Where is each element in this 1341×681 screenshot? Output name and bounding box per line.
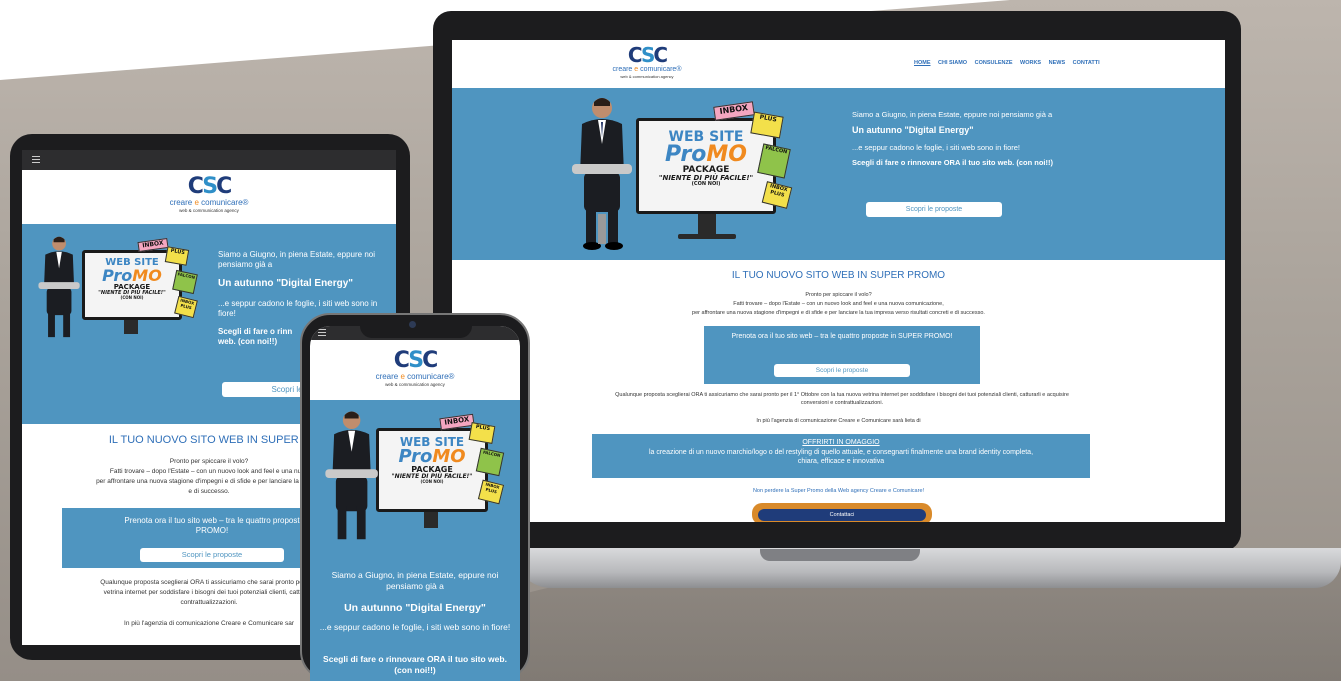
monitor-stand — [698, 214, 716, 236]
phone-screen: CSC creare e comunicare® web & communica… — [310, 326, 520, 681]
phone-hero-line-3: Scegli di fare o rinnovare ORA il tuo si… — [323, 654, 507, 675]
phone-hero-line-1: Siamo a Giugno, in piena Estate, eppure … — [331, 570, 499, 591]
tablet-logo[interactable]: CSC creare e comunicare® web & communica… — [147, 176, 271, 214]
logo-mark: CSC — [627, 43, 668, 67]
section-p5: In più l'agenzia di comunicazione Creare… — [756, 418, 921, 424]
monitor-foot — [678, 234, 736, 239]
phone-camera — [409, 321, 416, 328]
hero-section: WEB SITE ProMO PACKAGE "NIENTE DI PIÙ FA… — [452, 88, 1225, 260]
hero-line-1: Siamo a Giugno, in piena Estate, eppure … — [852, 110, 1053, 119]
hero-cta-button[interactable]: Scopri le proposte — [866, 202, 1002, 217]
nav-chi-siamo[interactable]: CHI SIAMO — [938, 60, 967, 66]
tablet-logo-mark: CSC — [187, 174, 233, 199]
nav-works[interactable]: WORKS — [1020, 60, 1041, 66]
businessman-illustration — [572, 98, 632, 250]
tablet-businessman-illustration — [38, 236, 80, 338]
contact-button[interactable]: Contattaci — [758, 509, 926, 521]
hero-copy: Siamo a Giugno, in piena Estate, eppure … — [852, 110, 1152, 217]
offer-text: la creazione di un nuovo marchio/logo o … — [648, 449, 1034, 465]
logo-name: creare e comunicare® — [612, 66, 682, 73]
phone-hero: WEB SITE ProMO PACKAGE "NIENTE DI PIÙ FA… — [310, 400, 520, 681]
nav-home[interactable]: HOME — [914, 60, 931, 66]
section-p3: per affrontare una nuova stagione d'impe… — [692, 310, 985, 316]
phone-hero-headline: Un autunno "Digital Energy" — [344, 602, 486, 614]
tablet-promo-headline: WEB SITE ProMO PACKAGE "NIENTE DI PIÙ FA… — [98, 257, 166, 300]
section-p4: Qualunque proposta sceglierai ORA ti ass… — [615, 392, 1069, 406]
section-p1: Pronto per spiccare il volo? — [805, 292, 872, 298]
booking-box-text: Prenota ora il tuo sito web – tra le qua… — [731, 333, 953, 340]
phone-logo-mark: CSC — [393, 348, 439, 373]
logo-subtitle: web & communication agency — [620, 74, 674, 79]
phone-logo-subtitle: web & communication agency — [385, 382, 445, 387]
promo-artwork: WEB SITE ProMO PACKAGE "NIENTE DI PIÙ FA… — [564, 94, 804, 254]
tablet-logo-name: creare e comunicare® — [169, 198, 249, 207]
tablet-topbar — [22, 150, 396, 170]
tablet-logo-subtitle: web & communication agency — [179, 208, 239, 213]
tablet-booking-box-button[interactable]: Scopri le proposte — [140, 548, 284, 562]
phone-notch — [360, 318, 472, 338]
tablet-hero-headline: Un autunno "Digital Energy" — [218, 278, 354, 289]
phone-logo-name: creare e comunicare® — [375, 372, 455, 381]
booking-box-button[interactable]: Scopri le proposte — [774, 364, 910, 377]
section-p6: Non perdere la Super Promo della Web age… — [752, 488, 925, 494]
laptop-base — [512, 548, 1341, 588]
phone-monitor-stand — [424, 512, 438, 528]
tablet-promo-artwork: WEB SITE ProMO PACKAGE "NIENTE DI PIÙ FA… — [30, 234, 210, 344]
offer-box: OFFRIRTI IN OMAGGIO la creazione di un n… — [592, 434, 1090, 478]
section-p2: Fatti trovare – dopo l'Estate – con un n… — [733, 301, 944, 307]
main-nav: HOME CHI SIAMO CONSULENZE WORKS NEWS CON… — [914, 60, 1100, 66]
promo-section: IL TUO NUOVO SITO WEB IN SUPER PROMO Pro… — [452, 260, 1225, 522]
tablet-menu-icon[interactable] — [32, 156, 40, 163]
sticker-falcon: FALCON — [757, 143, 791, 179]
laptop-notch — [760, 549, 920, 561]
phone-sticker-plus: PLUS — [468, 422, 496, 444]
hero-line-2: ...e seppur cadono le foglie, i siti web… — [852, 143, 1021, 152]
nav-news[interactable]: NEWS — [1049, 60, 1066, 66]
laptop-screen: CSC creare e comunicare® web & communica… — [452, 40, 1225, 522]
tablet-sticker-falcon: FALCON — [172, 269, 198, 295]
phone-businessman-illustration — [325, 411, 378, 540]
tablet-monitor-stand — [124, 320, 138, 334]
offer-title: OFFRIRTI IN OMAGGIO — [802, 439, 880, 446]
section-title: IL TUO NUOVO SITO WEB IN SUPER PROMO — [731, 270, 946, 281]
nav-consulenze[interactable]: CONSULENZE — [975, 60, 1013, 66]
phone-menu-icon[interactable] — [318, 329, 326, 336]
phone-logo[interactable]: CSC creare e comunicare® web & communica… — [355, 350, 475, 388]
tablet-hero-line-1: Siamo a Giugno, in piena Estate, eppure … — [218, 250, 375, 269]
phone-hero-line-2: ...e seppur cadono le foglie, i siti web… — [319, 622, 511, 632]
hero-headline: Un autunno "Digital Energy" — [852, 125, 974, 135]
phone-promo-headline: WEB SITE ProMO PACKAGE "NIENTE DI PIÙ FA… — [391, 435, 473, 484]
phone-sticker-falcon: FALCON — [475, 447, 505, 477]
nav-contatti[interactable]: CONTATTI — [1073, 60, 1100, 66]
promo-headline: WEB SITE ProMO PACKAGE "NIENTE DI PIÙ FA… — [658, 129, 754, 187]
booking-box: Prenota ora il tuo sito web – tra le qua… — [704, 326, 980, 384]
phone-promo-artwork: WEB SITE ProMO PACKAGE "NIENTE DI PIÙ FA… — [318, 408, 514, 548]
hero-line-3: Scegli di fare o rinnovare ORA il tuo si… — [852, 158, 1053, 167]
site-header: CSC creare e comunicare® web & communica… — [452, 40, 1225, 88]
site-logo[interactable]: CSC creare e comunicare® web & communica… — [592, 45, 702, 80]
